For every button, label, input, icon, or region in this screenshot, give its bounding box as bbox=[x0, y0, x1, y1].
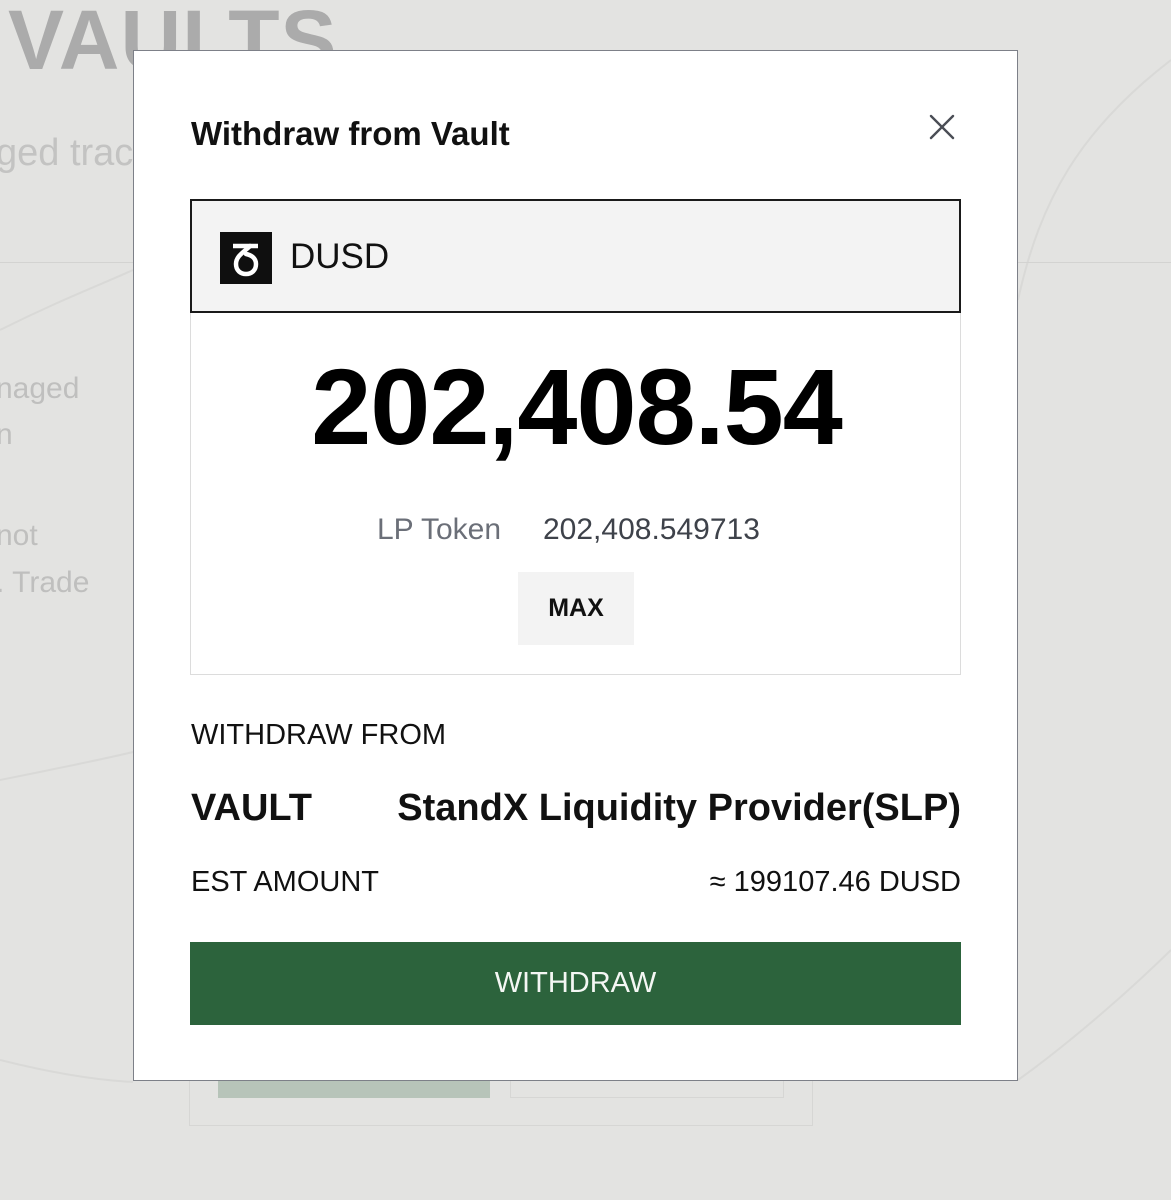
token-name: DUSD bbox=[290, 237, 390, 276]
background-subtitle: ged trac bbox=[0, 132, 134, 174]
background-text-line: n bbox=[0, 418, 13, 451]
background-text-line: naged bbox=[0, 372, 80, 405]
amount-panel: 202,408.54 LP Token 202,408.549713 MAX bbox=[190, 313, 961, 675]
modal-title: Withdraw from Vault bbox=[191, 115, 510, 152]
close-button[interactable] bbox=[924, 109, 960, 145]
max-button[interactable]: MAX bbox=[518, 572, 634, 645]
est-amount-value: ≈ 199107.46 DUSD bbox=[709, 866, 961, 898]
background-text-line: not bbox=[0, 519, 38, 552]
lp-token-balance: 202,408.549713 bbox=[543, 513, 760, 546]
close-icon bbox=[929, 114, 955, 140]
withdraw-modal: Withdraw from Vault DUSD 202,408.54 LP T… bbox=[133, 50, 1018, 1081]
withdraw-amount-input[interactable]: 202,408.54 bbox=[191, 353, 962, 461]
lp-token-label: LP Token bbox=[377, 513, 501, 546]
withdraw-button[interactable]: WITHDRAW bbox=[190, 942, 961, 1025]
delta-logo-icon bbox=[220, 232, 272, 284]
vault-label: VAULT bbox=[191, 787, 313, 829]
vault-name: StandX Liquidity Provider(SLP) bbox=[397, 787, 961, 829]
withdraw-from-label: WITHDRAW FROM bbox=[191, 719, 447, 751]
token-selector[interactable]: DUSD bbox=[190, 199, 961, 313]
background-text-line: . Trade bbox=[0, 566, 90, 599]
est-amount-label: EST AMOUNT bbox=[191, 866, 379, 898]
